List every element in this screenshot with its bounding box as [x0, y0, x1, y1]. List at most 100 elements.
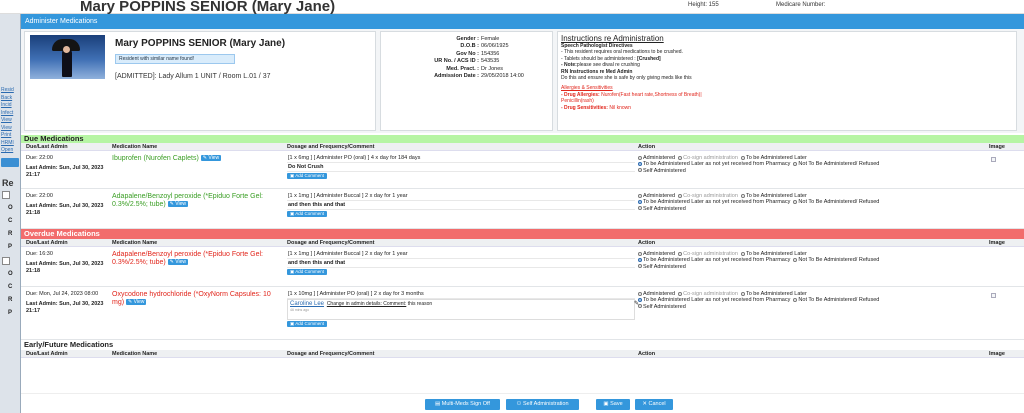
view-button[interactable]: ✎ View [200, 155, 222, 162]
bg-link[interactable]: Back [0, 95, 20, 103]
radio-self-administered[interactable] [638, 168, 642, 173]
patient-details: Gender : Female D.O.B :06/06/1925 Gov No … [380, 31, 553, 131]
radio-later[interactable] [740, 193, 745, 198]
radio-self-administered[interactable] [638, 206, 642, 211]
bg-link[interactable]: Print [0, 132, 20, 140]
radio-not-administered[interactable] [793, 199, 798, 204]
add-comment-button[interactable]: ▣ Add Comment [287, 173, 328, 179]
medication-image[interactable] [991, 293, 996, 298]
patient-name: Mary POPPINS SENIOR (Mary Jane) [115, 38, 286, 49]
radio-later-pharmacy[interactable] [638, 199, 642, 204]
detail-row: Gender : Female [456, 36, 500, 42]
add-comment-button[interactable]: ▣ Add Comment [287, 211, 328, 217]
dosage-text: [1 x 6mg ] [ Administer PO (oral) ] 4 x … [287, 155, 635, 163]
radio-cosign[interactable] [678, 193, 683, 198]
bg-checkbox[interactable] [2, 256, 10, 265]
radio-cosign[interactable] [678, 155, 683, 160]
view-button[interactable]: ✎ View [167, 259, 188, 266]
modal-footer: ▤ Multi-Meds Sign Off ⚇ Self Administrat… [21, 393, 1024, 413]
bg-link[interactable]: Open [0, 147, 20, 155]
bg-letter: C [8, 217, 13, 224]
cancel-button[interactable]: ✕ Cancel [635, 399, 673, 410]
bg-link[interactable]: View [0, 125, 20, 133]
bg-link[interactable]: Resid [0, 87, 20, 95]
table-header: Due/Last Admin Medication Name Dosage and … [21, 239, 1024, 247]
edit-icon[interactable]: ✎ [634, 301, 639, 308]
table-header: Due/Last Admin Medication Name Dosage and … [21, 143, 1024, 151]
radio-administered[interactable] [638, 291, 642, 296]
radio-self-administered[interactable] [638, 264, 642, 269]
comment-change-link[interactable]: Change in admin details: Comment: [327, 301, 407, 307]
radio-administered[interactable] [638, 193, 642, 198]
action-options: Administered Co-sign administration To b… [635, 151, 986, 188]
dosage-text: [1 x 1mg ] [ Administer Buccal ] 2 x day… [287, 251, 635, 259]
medication-row: Due: 22:00 Last Admin: Sun, Jul 30, 2023 … [21, 151, 1024, 189]
future-section-title: Early/Future Medications [21, 340, 1024, 350]
action-options: Administered Co-sign administration To b… [635, 287, 986, 339]
bg-letter: R [8, 230, 13, 237]
table-header: Due/Last Admin Medication Name Dosage and … [21, 350, 1024, 358]
bg-checkbox[interactable] [2, 190, 10, 199]
detail-row: UR No. / ACS ID :543535 [434, 58, 500, 65]
bg-letter: P [8, 309, 13, 316]
radio-later-pharmacy[interactable] [638, 161, 642, 166]
comment-reason: this reason [406, 301, 433, 307]
medication-row: Due: 22:00 Last Admin: Sun, Jul 30, 2023 … [21, 189, 1024, 229]
detail-row: Med. Pract. : Dr Jones [446, 65, 504, 72]
background-sidebar: Resid Back Incid Infect View View Print … [0, 14, 20, 413]
similar-name-notice: Resident with similar name found! [115, 54, 235, 64]
bg-link[interactable]: HRMI [0, 140, 20, 148]
radio-later[interactable] [740, 291, 745, 296]
comment-text: and then this and that [287, 201, 635, 210]
self-administration-button[interactable]: ⚇ Self Administration [506, 399, 579, 410]
overdue-section-title: Overdue Medications [21, 229, 1024, 239]
action-options: Administered Co-sign administration To b… [635, 189, 986, 228]
add-comment-button[interactable]: ▣ Add Comment [287, 321, 328, 327]
patient-photo [30, 35, 105, 79]
medicare-label: Medicare Number: [776, 2, 826, 8]
instructions-heading: Instructions re Administration [561, 34, 664, 43]
bg-letter: O [8, 270, 13, 277]
comment-history: Caroline Lee Change in admin details: Co… [287, 299, 639, 320]
bg-link[interactable]: Infect [0, 110, 20, 118]
radio-later-pharmacy[interactable] [638, 257, 642, 262]
medication-row: Due: Mon, Jul 24, 2023 08:00 Last Admin: … [21, 287, 1024, 340]
add-comment-button[interactable]: ▣ Add Comment [287, 269, 328, 275]
dosage-text: [1 x 1mg ] [ Administer Buccal ] 2 x day… [287, 193, 635, 201]
dosage-text: [1 x 10mg ] [ Administer PO (oral) ] 2 x… [287, 291, 635, 299]
radio-cosign[interactable] [678, 251, 683, 256]
drug-sensitivities: - Drug Sensitivities: Nil known [561, 104, 632, 111]
bg-letter: C [8, 283, 13, 290]
detail-row: Gov No :154356 [456, 50, 500, 57]
admission-location: [ADMITTED]: Lady Allum 1 UNIT / Room L.0… [115, 73, 271, 80]
background-header: Mary POPPINS SENIOR (Mary Jane) Height: … [0, 0, 1024, 14]
bg-letter: P [8, 243, 13, 250]
radio-administered[interactable] [638, 251, 642, 256]
height-label: Height: 155 [688, 2, 719, 8]
medication-name: Ibuprofen (Nurofen Caplets) [112, 155, 199, 162]
comment-text: Do Not Crush [287, 163, 635, 172]
view-button[interactable]: ✎ View [126, 299, 147, 306]
patient-panel: Mary POPPINS SENIOR (Mary Jane) Resident… [21, 29, 1024, 133]
bg-link[interactable]: View [0, 117, 20, 125]
detail-row: Admission Date :29/05/2018 14:00 [434, 73, 524, 80]
radio-later[interactable] [740, 251, 745, 256]
view-button[interactable]: ✎ View [167, 201, 188, 208]
comment-author[interactable]: Caroline Lee [290, 301, 324, 307]
save-button[interactable]: ▣ Save [596, 399, 630, 410]
medication-image[interactable] [991, 157, 996, 162]
radio-not-administered[interactable] [793, 257, 798, 262]
radio-not-administered[interactable] [793, 297, 798, 302]
administer-medications-modal: Administer Medications Mary POPPINS SENI… [20, 14, 1024, 413]
background-title: Mary POPPINS SENIOR (Mary Jane) [80, 0, 336, 15]
action-options: Administered Co-sign administration To b… [635, 247, 986, 286]
detail-row: D.O.B :06/06/1925 [460, 43, 509, 50]
bg-link[interactable]: Incid [0, 102, 20, 110]
multi-meds-sign-off-button[interactable]: ▤ Multi-Meds Sign Off [425, 399, 500, 410]
radio-later[interactable] [740, 155, 745, 160]
radio-cosign[interactable] [678, 291, 683, 296]
radio-administered[interactable] [638, 155, 642, 160]
bg-button[interactable] [1, 157, 19, 167]
comment-text: and then this and that [287, 259, 635, 268]
radio-not-administered[interactable] [793, 161, 798, 166]
